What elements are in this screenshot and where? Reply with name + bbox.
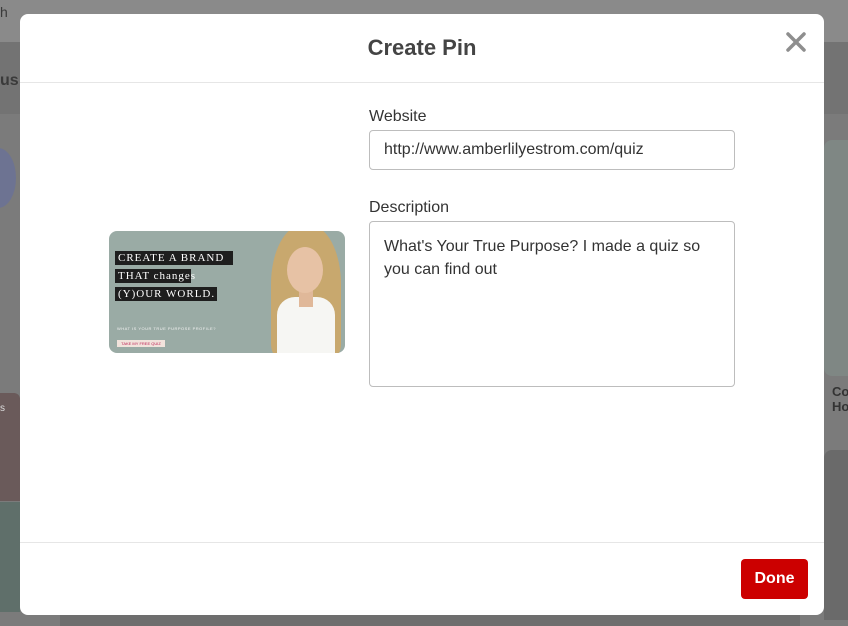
pin-headline-line: CREATE A BRAND xyxy=(115,251,233,265)
background-pin-card xyxy=(824,140,848,376)
pin-image-preview: CREATE A BRAND THAT changes (Y)OUR WORLD… xyxy=(109,231,345,353)
description-field[interactable]: What's Your True Purpose? I made a quiz … xyxy=(369,221,735,387)
website-label: Website xyxy=(369,108,427,125)
dialog-header: Create Pin xyxy=(20,14,824,83)
background-pin-card-text: s xyxy=(0,403,5,414)
pin-subtext: WHAT IS YOUR TRUE PURPOSE PROFILE? xyxy=(117,326,216,331)
background-pin-title: Co Ho xyxy=(832,384,848,414)
close-button[interactable] xyxy=(782,28,810,56)
pin-photo-face xyxy=(287,247,323,293)
dialog-footer xyxy=(20,542,824,615)
background-header-text: us xyxy=(0,72,19,89)
done-button[interactable]: Done xyxy=(741,559,808,599)
background-pin-card xyxy=(824,450,848,620)
create-pin-dialog: Create Pin CREATE A BRAND THAT changes (… xyxy=(20,14,824,615)
background-pin-card xyxy=(0,502,20,612)
dialog-title: Create Pin xyxy=(367,35,477,60)
background-pin-title-line: Co xyxy=(832,384,848,399)
website-field[interactable] xyxy=(369,130,735,170)
pin-headline: CREATE A BRAND THAT changes (Y)OUR WORLD… xyxy=(115,251,233,305)
background-search-text: h xyxy=(0,4,8,20)
background-pin-card: s xyxy=(0,393,20,501)
pin-cta: TAKE MY FREE QUIZ xyxy=(117,340,165,347)
pin-headline-line: THAT changes xyxy=(115,269,195,283)
description-label: Description xyxy=(369,199,450,216)
close-icon xyxy=(786,32,806,52)
background-pin-title-line: Ho xyxy=(832,399,848,414)
pin-headline-line: (Y)OUR WORLD. xyxy=(115,287,217,301)
